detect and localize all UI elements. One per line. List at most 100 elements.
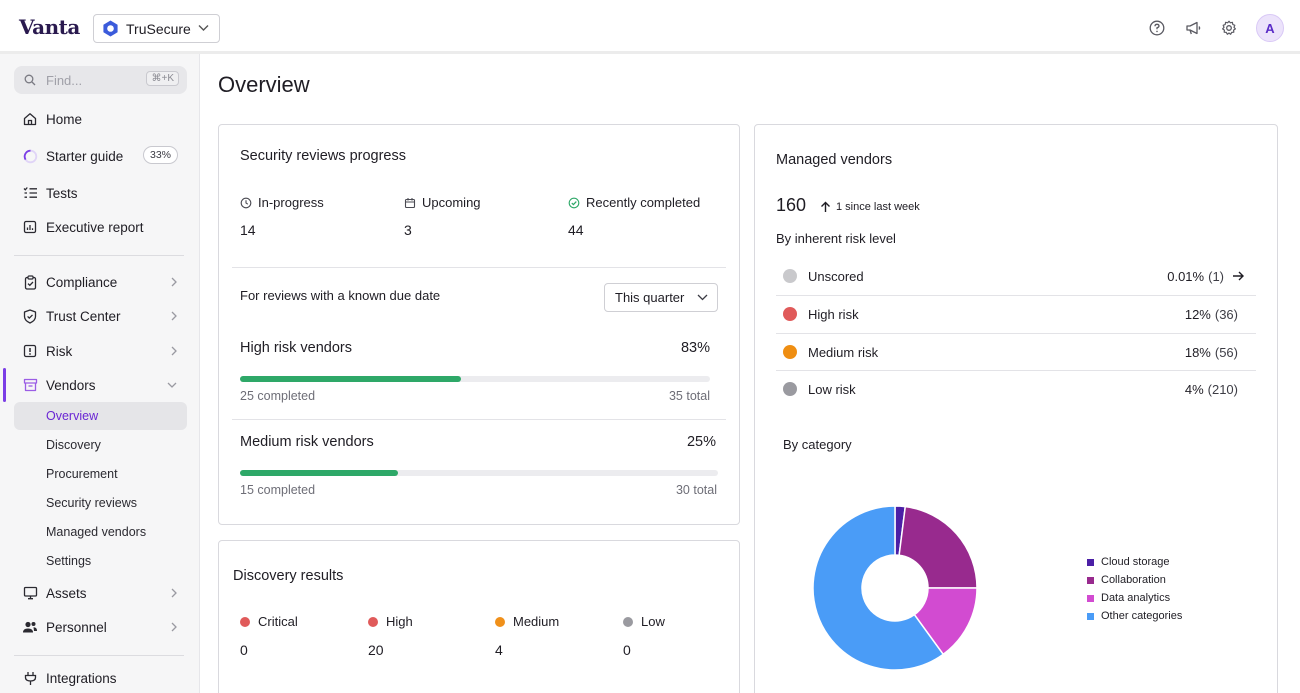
search-placeholder: Find...: [46, 72, 83, 88]
managed-vendors-count: 160: [776, 195, 807, 215]
medium-dot: [495, 616, 505, 627]
category-donut-chart: [812, 505, 978, 671]
due-date-label: For reviews with a known due date: [240, 288, 441, 303]
gear-icon[interactable]: [1218, 17, 1240, 39]
by-risk-title: By inherent risk level: [776, 231, 896, 246]
sidebar-subitem-managed-vendors[interactable]: Managed vendors: [14, 518, 187, 546]
active-section-indicator: [3, 368, 6, 402]
risk-pct: 18%: [1184, 344, 1211, 360]
legend-swatch: [1087, 576, 1094, 584]
sidebar-item-label: Trust Center: [46, 308, 121, 324]
help-icon[interactable]: [1146, 17, 1168, 39]
sidebar-subitem-discovery[interactable]: Discovery: [14, 431, 187, 459]
sidebar-item-label: Compliance: [46, 274, 118, 290]
medium-risk-progress-track: [240, 470, 718, 476]
sidebar-item-executive-report[interactable]: Executive report: [14, 213, 187, 241]
chevron-right-icon: [171, 346, 177, 356]
sidebar-item-personnel[interactable]: Personnel: [14, 613, 187, 641]
discovery-label-text: Critical: [258, 614, 298, 629]
risk-count: (1): [1208, 268, 1224, 284]
legend-label: Other categories: [1101, 610, 1183, 622]
risk-row-low[interactable]: Low risk 4% (210): [776, 370, 1256, 408]
alert-box-icon: [22, 343, 38, 359]
stat-in-progress-label: In-progress: [240, 195, 324, 210]
user-avatar[interactable]: A: [1256, 14, 1284, 42]
sidebar-subitem-settings[interactable]: Settings: [14, 547, 187, 575]
org-switcher[interactable]: TruSecure: [93, 14, 220, 43]
org-name: TruSecure: [126, 20, 191, 37]
risk-name: Unscored: [808, 268, 864, 284]
discovery-high-value: 20: [368, 642, 384, 658]
search-input[interactable]: Find... ⌘+K: [14, 66, 187, 94]
top-bar: Vanta TruSecure A: [0, 0, 1300, 54]
sidebar-subitem-procurement[interactable]: Procurement: [14, 460, 187, 488]
legend-swatch: [1087, 594, 1094, 602]
legend-item-data-analytics[interactable]: Data analytics: [1087, 589, 1182, 607]
sidebar-item-label: Personnel: [46, 619, 107, 635]
sidebar-subitem-overview[interactable]: Overview: [14, 402, 187, 430]
sidebar-item-starter-guide[interactable]: Starter guide 33%: [14, 142, 187, 170]
stat-label-text: Recently completed: [586, 195, 701, 210]
risk-row-high[interactable]: High risk 12% (36): [776, 295, 1256, 333]
sidebar-item-integrations[interactable]: Integrations: [14, 664, 187, 692]
legend-swatch: [1087, 558, 1094, 566]
arrow-right-icon[interactable]: [1232, 271, 1244, 281]
sidebar-item-label: Home: [46, 111, 83, 127]
monitor-icon: [22, 585, 38, 601]
vendors-icon: [22, 377, 38, 393]
check-circle-icon: [568, 197, 580, 208]
clock-icon: [240, 197, 252, 208]
discovery-critical-value: 0: [240, 642, 248, 658]
risk-value: 18% (56): [1185, 345, 1238, 360]
sidebar-subitem-security-reviews[interactable]: Security reviews: [14, 489, 187, 517]
medium-risk-progress-fill: [240, 470, 398, 476]
discovery-low-label: Low: [623, 614, 665, 629]
chevron-right-icon: [171, 588, 177, 598]
checklist-icon: [22, 185, 38, 201]
period-select-value: This quarter: [615, 290, 685, 305]
sidebar-item-vendors[interactable]: Vendors: [14, 371, 187, 399]
risk-row-medium[interactable]: Medium risk 18% (56): [776, 333, 1256, 371]
sidebar: Find... ⌘+K Home Starter guide 33% Tests…: [0, 54, 200, 693]
period-select[interactable]: This quarter: [604, 283, 718, 312]
stat-label-text: In-progress: [258, 195, 324, 210]
risk-name: Low risk: [808, 381, 856, 397]
vanta-logo[interactable]: Vanta: [19, 15, 80, 39]
megaphone-icon[interactable]: [1182, 17, 1204, 39]
high-risk-progress-track: [240, 376, 710, 382]
discovery-label-text: Low: [641, 614, 665, 629]
unscored-dot: [783, 269, 797, 283]
donut-slice-collaboration[interactable]: [898, 505, 978, 589]
risk-count: (36): [1214, 306, 1238, 322]
risk-value: 12% (36): [1185, 307, 1238, 322]
risk-count: (210): [1207, 381, 1238, 397]
critical-dot: [240, 616, 250, 627]
stat-recently-completed-label: Recently completed: [568, 195, 700, 210]
search-icon: [24, 74, 36, 86]
sidebar-item-compliance[interactable]: Compliance: [14, 268, 187, 296]
search-shortcut: ⌘+K: [146, 71, 179, 86]
stat-label-text: Upcoming: [422, 195, 481, 210]
legend-label: Collaboration: [1101, 574, 1166, 586]
low-dot: [623, 616, 633, 627]
discovery-high-label: High: [368, 614, 413, 629]
high-dot: [368, 616, 378, 627]
medium-risk-vendors-pct: 25%: [686, 434, 716, 450]
legend-item-cloud-storage[interactable]: Cloud storage: [1087, 553, 1182, 571]
sidebar-item-label: Executive report: [46, 219, 144, 235]
sidebar-item-assets[interactable]: Assets: [14, 579, 187, 607]
legend-item-collaboration[interactable]: Collaboration: [1087, 571, 1182, 589]
sidebar-item-tests[interactable]: Tests: [14, 179, 187, 207]
chevron-down-icon: [198, 25, 209, 31]
sidebar-item-label: Starter guide: [46, 148, 124, 164]
home-icon: [22, 111, 38, 127]
risk-row-unscored[interactable]: Unscored 0.01% (1): [776, 257, 1256, 295]
sidebar-item-trust-center[interactable]: Trust Center: [14, 302, 187, 330]
sidebar-item-home[interactable]: Home: [14, 105, 187, 133]
sidebar-item-risk[interactable]: Risk: [14, 337, 187, 365]
legend-item-other-categories[interactable]: Other categories: [1087, 607, 1182, 625]
risk-count: (56): [1214, 344, 1238, 360]
sidebar-item-label: Vendors: [46, 377, 96, 393]
discovery-results-title: Discovery results: [233, 568, 344, 584]
security-reviews-card: [218, 124, 740, 525]
